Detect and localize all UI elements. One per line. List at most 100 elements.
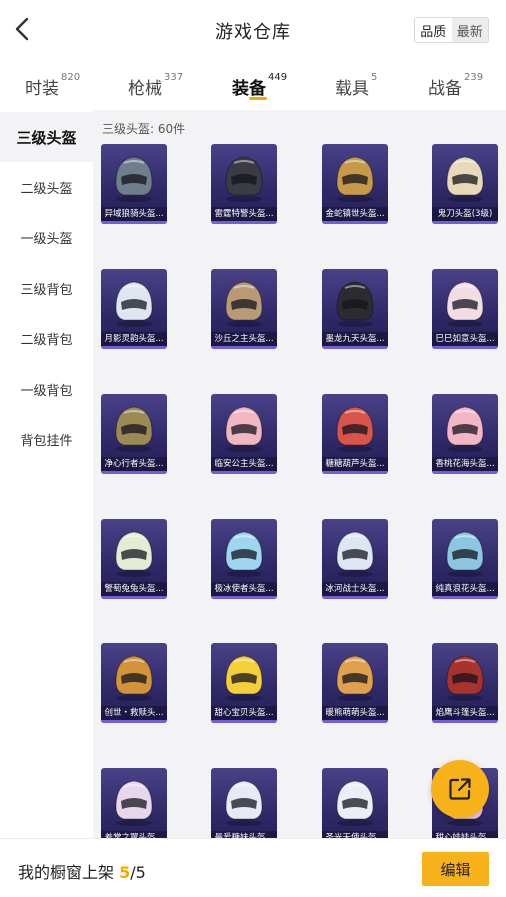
helmet-item-card[interactable]: 净心行者头盔... bbox=[101, 394, 167, 474]
helmet-icon bbox=[225, 406, 263, 452]
helmet-icon bbox=[115, 780, 153, 826]
tab-label: 时装 bbox=[25, 79, 59, 99]
helmet-item-card[interactable]: 雷霆特警头盔... bbox=[211, 144, 277, 224]
tab-vehicles[interactable]: 载具5 bbox=[335, 72, 378, 99]
showcase-total-count: 5 bbox=[135, 863, 146, 882]
sidebar-item-level3-helmet[interactable]: 三级头盔 bbox=[0, 112, 93, 162]
share-export-icon bbox=[449, 778, 471, 800]
item-grid-panel: 三级头盔: 60件 异域狼骑头盔... 雷霆特警头盔... 金蛇镇世头盔... 鬼刀头… bbox=[93, 110, 506, 838]
helmet-item-card[interactable]: 冰河战士头盔... bbox=[322, 519, 388, 599]
sidebar-item-level1-helmet[interactable]: 一级头盔 bbox=[0, 212, 93, 262]
helmet-item-card[interactable]: 甜心宝贝头盔... bbox=[211, 643, 277, 723]
helmet-item-name: 异域狼骑头盔... bbox=[101, 207, 167, 221]
tab-battle-prep[interactable]: 战备239 bbox=[428, 72, 484, 99]
helmet-item-card[interactable]: 纯真浪花头盔... bbox=[432, 519, 498, 599]
helmet-item-card[interactable]: 临安公主头盔... bbox=[211, 394, 277, 474]
helmet-icon bbox=[225, 780, 263, 826]
helmet-item-card[interactable]: 金蛇镇世头盔... bbox=[322, 144, 388, 224]
tab-label: 装备 bbox=[232, 79, 266, 99]
helmet-icon bbox=[336, 780, 374, 826]
helmet-icon bbox=[446, 156, 484, 202]
sidebar-item-backpack-pendant[interactable]: 背包挂件 bbox=[0, 414, 93, 464]
tab-equipment[interactable]: 装备449 bbox=[232, 72, 288, 99]
tab-count: 337 bbox=[164, 72, 184, 83]
item-count-label: 三级头盔: 60件 bbox=[102, 122, 186, 136]
helmet-icon bbox=[336, 531, 374, 577]
helmet-item-name: 羞常之翼头盔... bbox=[101, 831, 167, 838]
helmet-icon bbox=[225, 156, 263, 202]
sort-toggle: 品质 最新 bbox=[414, 17, 489, 43]
tab-count: 239 bbox=[464, 72, 484, 83]
tab-firearms[interactable]: 枪械337 bbox=[128, 72, 184, 99]
tab-count: 5 bbox=[371, 72, 378, 83]
helmet-item-card[interactable]: 沙丘之主头盔... bbox=[211, 269, 277, 349]
helmet-icon bbox=[115, 531, 153, 577]
helmet-icon bbox=[225, 655, 263, 701]
category-tabs: 时装820 枪械337 装备449 载具5 战备239 bbox=[0, 60, 506, 110]
edit-button[interactable]: 编辑 bbox=[422, 852, 489, 886]
helmet-icon bbox=[446, 406, 484, 452]
helmet-icon bbox=[115, 655, 153, 701]
showcase-current-count: 5 bbox=[119, 863, 131, 882]
helmet-item-name: 净心行者头盔... bbox=[101, 457, 167, 471]
helmet-item-card[interactable]: 圣光天使头盔... bbox=[322, 768, 388, 838]
tab-label: 枪械 bbox=[128, 79, 162, 99]
helmet-icon bbox=[336, 406, 374, 452]
helmet-item-name: 金蛇镇世头盔... bbox=[322, 207, 388, 221]
helmet-icon bbox=[115, 156, 153, 202]
helmet-item-name: 暖熊萌萌头盔... bbox=[322, 706, 388, 720]
helmet-item-card[interactable]: 鬼刀头盔(3级) bbox=[432, 144, 498, 224]
sidebar-item-level2-backpack[interactable]: 二级背包 bbox=[0, 313, 93, 363]
helmet-item-name: 巳巳如意头盔... bbox=[432, 332, 498, 346]
sidebar-item-level3-backpack[interactable]: 三级背包 bbox=[0, 263, 93, 313]
helmet-item-name: 甜心宝贝头盔... bbox=[211, 706, 277, 720]
sidebar-item-level2-helmet[interactable]: 二级头盔 bbox=[0, 162, 93, 212]
helmet-icon bbox=[446, 531, 484, 577]
helmet-icon bbox=[115, 281, 153, 327]
sort-by-newest-button[interactable]: 最新 bbox=[451, 18, 488, 42]
helmet-item-card[interactable]: 焰鹰斗篷头盔... bbox=[432, 643, 498, 723]
tab-label: 战备 bbox=[428, 79, 462, 99]
helmet-item-name: 警萄兔兔头盔... bbox=[101, 582, 167, 596]
helmet-item-card[interactable]: 羞常之翼头盔... bbox=[101, 768, 167, 838]
helmet-item-card[interactable]: 创世・救赎头... bbox=[101, 643, 167, 723]
helmet-item-name: 雷霆特警头盔... bbox=[211, 207, 277, 221]
helmet-item-card[interactable]: 糖糖葫芦头盔... bbox=[322, 394, 388, 474]
helmet-item-name: 糖糖葫芦头盔... bbox=[322, 457, 388, 471]
helmet-item-name: 月影灵韵头盔... bbox=[101, 332, 167, 346]
helmet-item-card[interactable]: 月影灵韵头盔... bbox=[101, 269, 167, 349]
helmet-item-card[interactable]: 警萄兔兔头盔... bbox=[101, 519, 167, 599]
helmet-icon bbox=[336, 156, 374, 202]
helmet-icon bbox=[115, 406, 153, 452]
helmet-icon bbox=[336, 281, 374, 327]
helmet-icon bbox=[225, 531, 263, 577]
sidebar-item-level1-backpack[interactable]: 一级背包 bbox=[0, 364, 93, 414]
showcase-status: 我的橱窗上架 5/5 bbox=[18, 859, 146, 883]
helmet-item-card[interactable]: 最爱糖妹头盔... bbox=[211, 768, 277, 838]
helmet-item-name: 冰河战士头盔... bbox=[322, 582, 388, 596]
tab-count: 820 bbox=[61, 72, 81, 83]
helmet-item-name: 纯真浪花头盔... bbox=[432, 582, 498, 596]
helmet-item-name: 沙丘之主头盔... bbox=[211, 332, 277, 346]
helmet-item-card[interactable]: 巳巳如意头盔... bbox=[432, 269, 498, 349]
helmet-item-name: 墨龙九天头盔... bbox=[322, 332, 388, 346]
helmet-item-card[interactable]: 异域狼骑头盔... bbox=[101, 144, 167, 224]
helmet-item-name: 焰鹰斗篷头盔... bbox=[432, 706, 498, 720]
helmet-icon bbox=[446, 655, 484, 701]
showcase-label: 我的橱窗上架 bbox=[18, 863, 115, 882]
helmet-item-card[interactable]: 香桃花海头盔... bbox=[432, 394, 498, 474]
showcase-footer: 我的橱窗上架 5/5 编辑 bbox=[0, 838, 506, 897]
helmet-icon bbox=[446, 281, 484, 327]
helmet-item-name: 圣光天使头盔... bbox=[322, 831, 388, 838]
tab-label: 载具 bbox=[335, 79, 369, 99]
helmet-icon bbox=[225, 281, 263, 327]
helmet-item-card[interactable]: 暖熊萌萌头盔... bbox=[322, 643, 388, 723]
share-button[interactable] bbox=[431, 760, 489, 818]
sort-by-quality-button[interactable]: 品质 bbox=[415, 18, 452, 42]
active-tab-indicator bbox=[249, 97, 267, 100]
tab-count: 449 bbox=[268, 72, 288, 83]
header-bar: 游戏仓库 品质 最新 bbox=[0, 0, 506, 60]
helmet-item-card[interactable]: 极冰使者头盔... bbox=[211, 519, 277, 599]
helmet-item-card[interactable]: 墨龙九天头盔... bbox=[322, 269, 388, 349]
tab-fashion[interactable]: 时装820 bbox=[25, 72, 81, 99]
